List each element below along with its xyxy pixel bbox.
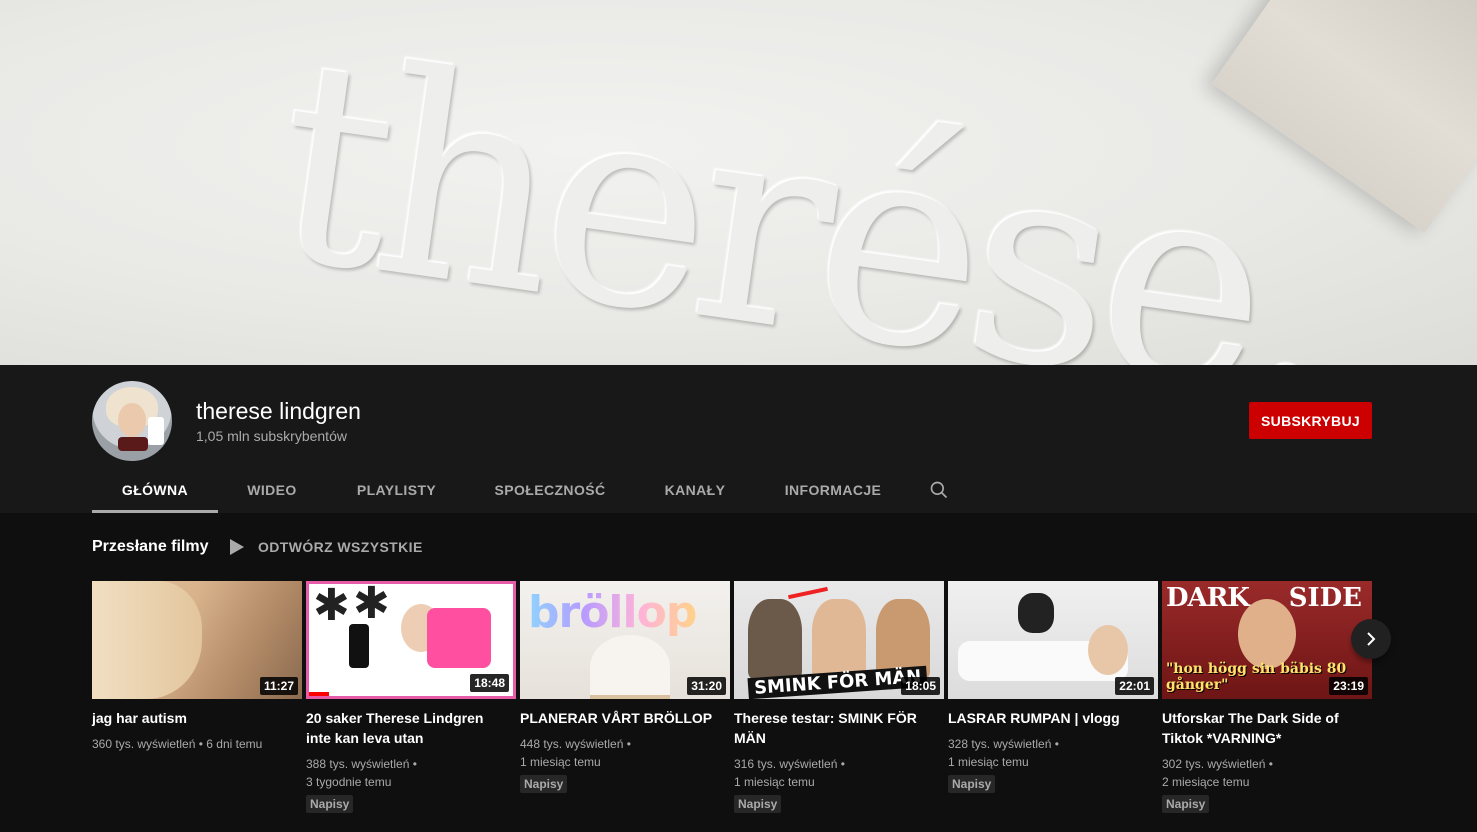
video-title[interactable]: PLANERAR VÅRT BRÖLLOP	[520, 708, 730, 728]
channel-tabs: GŁÓWNA WIDEO PLAYLISTY SPOŁECZNOŚĆ KANAŁ…	[92, 466, 969, 513]
watch-progress-bar	[309, 692, 330, 696]
video-thumbnail[interactable]: SMINK FÖR MÄN 18:05	[734, 581, 944, 699]
tab-home[interactable]: GŁÓWNA	[92, 466, 218, 513]
video-duration: 22:01	[1115, 677, 1154, 695]
thumbnail-text: SIDE	[1288, 583, 1362, 613]
search-icon	[930, 481, 948, 498]
video-thumbnail[interactable]: bröllop 31:20	[520, 581, 730, 699]
shelf-title[interactable]: Przesłane filmy	[92, 538, 209, 556]
video-card[interactable]: DARK SIDE "hon högg sin bäbis 80 gånger"…	[1162, 581, 1372, 813]
video-title[interactable]: LASRAR RUMPAN | vlogg	[948, 708, 1158, 728]
video-meta: 328 tys. wyświetleń • 1 miesiąc temu	[948, 737, 1059, 769]
home-content: Przesłane filmy ODTWÓRZ WSZYSTKIE 11:27 …	[0, 513, 1477, 832]
video-card[interactable]: bröllop 31:20 PLANERAR VÅRT BRÖLLOP 448 …	[520, 581, 730, 813]
play-all-label: ODTWÓRZ WSZYSTKIE	[258, 539, 423, 555]
captions-badge: Napisy	[520, 775, 568, 793]
thumbnail-text: DARK	[1166, 583, 1250, 613]
video-meta: 302 tys. wyświetleń • 2 miesiące temu	[1162, 757, 1273, 789]
banner-wordmark: therése.	[257, 0, 1354, 365]
channel-name: therese lindgren	[196, 398, 361, 424]
channel-avatar[interactable]	[92, 381, 172, 461]
video-card[interactable]: 22:01 LASRAR RUMPAN | vlogg 328 tys. wyś…	[948, 581, 1158, 813]
video-shelf: 11:27 jag har autism 360 tys. wyświetleń…	[92, 581, 1372, 813]
video-card[interactable]: 11:27 jag har autism 360 tys. wyświetleń…	[92, 581, 302, 813]
video-duration: 31:20	[687, 677, 726, 695]
shelf-next-button[interactable]	[1351, 619, 1391, 659]
video-meta: 316 tys. wyświetleń • 1 miesiąc temu	[734, 757, 845, 789]
subscriber-count: 1,05 mln subskrybentów	[196, 428, 347, 444]
video-meta: 448 tys. wyświetleń • 1 miesiąc temu	[520, 737, 631, 769]
video-duration: 11:27	[259, 677, 298, 695]
video-thumbnail[interactable]: 22:01	[948, 581, 1158, 699]
play-icon	[230, 539, 244, 555]
video-card[interactable]: SMINK FÖR MÄN 18:05 Therese testar: SMIN…	[734, 581, 944, 813]
video-thumbnail[interactable]: 11:27	[92, 581, 302, 699]
video-duration: 18:05	[901, 677, 940, 695]
tab-videos[interactable]: WIDEO	[218, 466, 326, 513]
video-title[interactable]: jag har autism	[92, 708, 302, 728]
video-card[interactable]: ✱ ✱ 18:48 20 saker Therese Lindgren inte…	[306, 581, 516, 813]
captions-badge: Napisy	[306, 795, 354, 813]
tab-about[interactable]: INFORMACJE	[757, 466, 909, 513]
tab-playlists[interactable]: PLAYLISTY	[326, 466, 467, 513]
channel-search-button[interactable]	[909, 466, 969, 513]
video-duration: 23:19	[1329, 677, 1368, 695]
video-title[interactable]: 20 saker Therese Lindgren inte kan leva …	[306, 708, 516, 748]
play-all-button[interactable]: ODTWÓRZ WSZYSTKIE	[230, 539, 423, 555]
thumbnail-text: bröllop	[528, 587, 697, 638]
tab-community[interactable]: SPOŁECZNOŚĆ	[467, 466, 633, 513]
subscribe-button[interactable]: SUBSKRYBUJ	[1249, 402, 1372, 439]
chevron-right-icon	[1367, 632, 1376, 646]
channel-header: therese lindgren 1,05 mln subskrybentów …	[0, 365, 1477, 513]
video-meta: 360 tys. wyświetleń • 6 dni temu	[92, 737, 263, 751]
captions-badge: Napisy	[1162, 795, 1210, 813]
video-title[interactable]: Utforskar The Dark Side of Tiktok *VARNI…	[1162, 708, 1372, 748]
channel-banner: therése.	[0, 0, 1477, 365]
captions-badge: Napisy	[948, 775, 996, 793]
captions-badge: Napisy	[734, 795, 782, 813]
video-duration: 18:48	[470, 674, 509, 692]
video-meta: 388 tys. wyświetleń • 3 tygodnie temu	[306, 757, 417, 789]
video-thumbnail[interactable]: DARK SIDE "hon högg sin bäbis 80 gånger"…	[1162, 581, 1372, 699]
tab-channels[interactable]: KANAŁY	[633, 466, 757, 513]
video-title[interactable]: Therese testar: SMINK FÖR MÄN	[734, 708, 944, 748]
video-thumbnail[interactable]: ✱ ✱ 18:48	[306, 581, 516, 699]
